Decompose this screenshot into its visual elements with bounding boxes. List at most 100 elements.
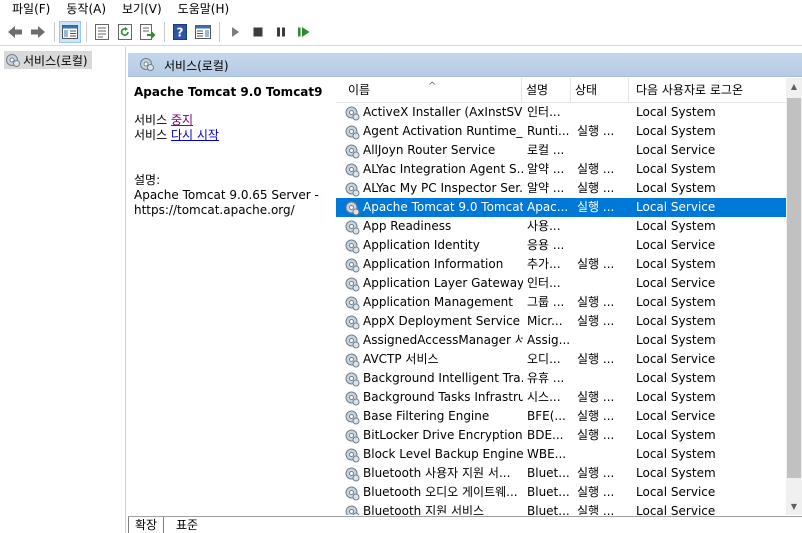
service-gear-icon	[344, 143, 360, 159]
service-status	[577, 331, 629, 350]
table-row[interactable]: Application Identity 응용 ... Local Service	[336, 236, 786, 255]
service-gear-icon	[344, 105, 360, 121]
table-row[interactable]: Application Information 추가... 실행 ... Local …	[336, 255, 786, 274]
service-logon: Local Service	[636, 409, 716, 423]
service-status: 실행 ...	[577, 124, 615, 138]
scrollbar-thumb[interactable]	[787, 98, 801, 478]
table-row[interactable]: Base Filtering Engine BFE(... 실행 ... Local …	[336, 407, 786, 426]
view-tabs: 확장 표준	[128, 516, 802, 533]
table-row[interactable]: Bluetooth 지원 서비스 Bluet... 실행 ... Local Serv…	[336, 502, 786, 515]
service-name: Application Information	[363, 257, 504, 271]
properties-button[interactable]	[91, 21, 113, 43]
tab-standard-label: 표준	[176, 518, 199, 532]
table-row[interactable]: Application Layer Gateway ... 인터... Local …	[336, 274, 786, 293]
service-name: Application Identity	[363, 238, 480, 252]
table-row[interactable]: Background Intelligent Tra... 유휴 ... Local…	[336, 369, 786, 388]
service-status	[577, 103, 629, 122]
service-name: Apache Tomcat 9.0 Tomcat9	[363, 200, 523, 214]
service-status: 실행 ...	[577, 295, 615, 309]
service-name: Block Level Backup Engine ...	[363, 447, 523, 461]
start-service-button[interactable]	[224, 21, 246, 43]
tab-extended-label: 확장	[135, 518, 158, 532]
table-row[interactable]: BitLocker Drive Encryption ... BDE... 실행 .…	[336, 426, 786, 445]
show-hide-button[interactable]	[192, 21, 214, 43]
stop-service-link[interactable]: 중지	[171, 113, 193, 127]
stop-action-line: 서비스 중지	[134, 113, 330, 128]
table-row[interactable]: ActiveX Installer (AxInstSV) 인터... Local S…	[336, 103, 786, 122]
table-row[interactable]: Bluetooth 사용자 지원 서... Bluet... 실행 ... Local…	[336, 464, 786, 483]
service-description: Bluet...	[527, 504, 570, 515]
service-logon: Local Service	[636, 485, 716, 499]
service-description: 시스...	[527, 390, 561, 404]
service-gear-icon	[344, 162, 360, 178]
service-name: Bluetooth 사용자 지원 서...	[363, 466, 511, 480]
service-gear-icon	[344, 181, 360, 197]
menu-action[interactable]: 동작(A)	[58, 0, 114, 19]
table-row[interactable]: AVCTP 서비스 오디... 실행 ... Local Service	[336, 350, 786, 369]
column-status-label: 상태	[575, 83, 598, 97]
column-header-description[interactable]: 설명	[522, 78, 571, 103]
menu-view[interactable]: 보기(V)	[114, 0, 170, 19]
service-name: BitLocker Drive Encryption ...	[363, 428, 523, 442]
stop-service-button[interactable]	[247, 21, 269, 43]
table-row[interactable]: ALYac My PC Inspector Ser... 알약 ... 실행 ...…	[336, 179, 786, 198]
service-description: BDE...	[527, 428, 564, 442]
service-name: ALYac My PC Inspector Ser...	[363, 181, 523, 195]
service-description: WBE...	[527, 447, 567, 461]
service-name: Bluetooth 오디오 게이트웨...	[363, 485, 518, 499]
table-row[interactable]: Block Level Backup Engine ... WBE... Local…	[336, 445, 786, 464]
table-row[interactable]: Bluetooth 오디오 게이트웨... Bluet... 실행 ... Local…	[336, 483, 786, 502]
service-description: 사용...	[527, 219, 561, 233]
service-gear-icon	[344, 257, 360, 273]
service-status: 실행 ...	[577, 428, 615, 442]
restart-service-button[interactable]	[293, 21, 315, 43]
back-button[interactable]	[4, 21, 26, 43]
restart-action-line: 서비스 다시 시작	[134, 128, 330, 143]
column-header-status[interactable]: 상태	[571, 78, 629, 103]
table-row[interactable]: AppX Deployment Service ... Micr... 실행 ...…	[336, 312, 786, 331]
table-row[interactable]: ALYac Integration Agent S... 알약 ... 실행 ...…	[336, 160, 786, 179]
service-gear-icon	[344, 504, 360, 515]
service-status	[577, 217, 629, 236]
service-gear-icon	[344, 276, 360, 292]
service-gear-icon	[344, 124, 360, 140]
refresh-button[interactable]	[114, 21, 136, 43]
table-row[interactable]: Apache Tomcat 9.0 Tomcat9 Apac... 실행 ... Lo…	[336, 198, 786, 217]
service-status: 실행 ...	[577, 257, 615, 271]
pause-service-button[interactable]	[270, 21, 292, 43]
service-name: Application Management	[363, 295, 513, 309]
table-row[interactable]: Background Tasks Infrastru... 시스... 실행 ...…	[336, 388, 786, 407]
console-tree: 서비스(로컬)	[0, 47, 126, 533]
service-logon: Local Service	[636, 143, 716, 157]
service-status: 실행 ...	[577, 390, 615, 404]
scroll-up-button[interactable]: ▲	[786, 78, 802, 95]
column-header-name[interactable]: ^ 이름	[336, 78, 522, 103]
help-button[interactable]: ?	[169, 21, 191, 43]
restart-service-link[interactable]: 다시 시작	[171, 128, 219, 142]
toolbar: ?	[0, 19, 802, 46]
back-icon	[8, 26, 22, 38]
tree-node-services-local[interactable]: 서비스(로컬)	[4, 51, 92, 69]
tab-extended[interactable]: 확장	[128, 517, 165, 533]
service-logon: Local Service	[636, 200, 716, 214]
service-description: 로컬 ...	[527, 143, 565, 157]
service-gear-icon	[344, 390, 360, 406]
forward-button[interactable]	[27, 21, 49, 43]
table-row[interactable]: AssignedAccessManager 서... Assig... Local …	[336, 331, 786, 350]
vertical-scrollbar[interactable]: ▲ ▼	[786, 78, 802, 515]
table-row[interactable]: App Readiness 사용... Local System	[336, 217, 786, 236]
menu-file[interactable]: 파일(F)	[4, 0, 58, 19]
gear-icon	[140, 58, 154, 71]
service-name: ALYac Integration Agent S...	[363, 162, 523, 176]
pane-header-title: 서비스(로컬)	[164, 59, 229, 73]
table-row[interactable]: Application Management 그룹 ... 실행 ... Local …	[336, 293, 786, 312]
tab-standard[interactable]: 표준	[170, 517, 204, 533]
service-status: 실행 ...	[577, 485, 615, 499]
console-tree-button[interactable]	[59, 21, 81, 43]
export-button[interactable]	[137, 21, 159, 43]
scroll-down-button[interactable]: ▼	[786, 498, 802, 515]
column-header-logon[interactable]: 다음 사용자로 로그온	[629, 78, 787, 103]
table-row[interactable]: AllJoyn Router Service 로컬 ... Local Servic…	[336, 141, 786, 160]
menu-help[interactable]: 도움말(H)	[170, 0, 238, 19]
table-row[interactable]: Agent Activation Runtime_... Runti... 실행 .…	[336, 122, 786, 141]
